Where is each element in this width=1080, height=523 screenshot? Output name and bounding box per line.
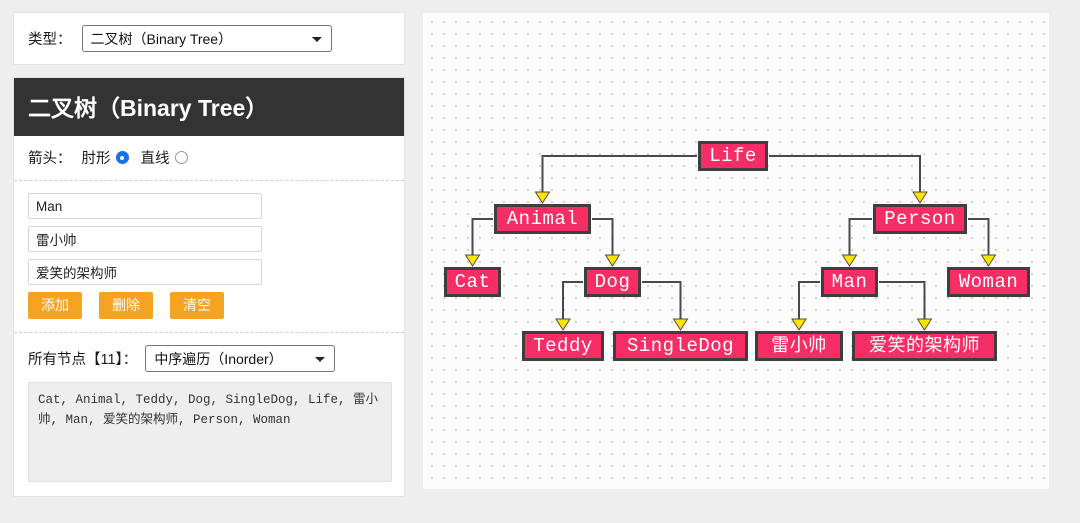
tree-node-dog[interactable]: Dog <box>584 267 641 297</box>
traversal-order-select[interactable]: 中序遍历（Inorder） <box>145 345 336 373</box>
edge-arrowhead <box>555 318 571 331</box>
radio-label-elbow: 肘形 <box>81 151 111 167</box>
tree-node-cat[interactable]: Cat <box>444 267 501 297</box>
add-button[interactable]: 添加 <box>28 292 82 320</box>
delete-button[interactable]: 删除 <box>99 292 153 320</box>
action-button-row: 添加 删除 清空 <box>28 292 390 320</box>
clear-button[interactable]: 清空 <box>170 292 224 320</box>
tree-node-man[interactable]: Man <box>821 267 878 297</box>
tree-edge <box>562 281 583 319</box>
edge-arrowhead <box>841 254 858 267</box>
tree-edge <box>541 155 697 192</box>
all-nodes-label: 所有节点【11】： <box>28 352 138 369</box>
edge-arrowhead <box>464 254 481 267</box>
tree-edge <box>848 218 872 255</box>
control-panel: 类型： 二叉树（Binary Tree） 二叉树（Binary Tree） 箭头… <box>13 12 405 498</box>
type-selector-row: 类型： 二叉树（Binary Tree） <box>14 13 404 64</box>
radio-option-straight[interactable]: 直线 <box>141 147 188 168</box>
edge-arrowhead <box>912 191 928 204</box>
tree-edge <box>592 218 614 255</box>
tree-edges-layer <box>464 155 997 331</box>
type-label: 类型： <box>28 32 72 48</box>
tree-edge <box>968 218 990 255</box>
edge-arrowhead <box>604 254 621 267</box>
parent-node-input[interactable] <box>28 193 262 219</box>
tree-node-leixs[interactable]: 雷小帅 <box>755 331 843 361</box>
tree-edge <box>798 281 820 319</box>
edge-arrowhead <box>916 318 933 331</box>
nodes-output-textarea[interactable]: Cat, Animal, Teddy, Dog, SingleDog, Life… <box>28 382 392 483</box>
edge-arrowhead <box>534 191 551 204</box>
all-nodes-section: 所有节点【11】： 中序遍历（Inorder） Cat, Animal, Ted… <box>14 333 404 496</box>
tree-node-life[interactable]: Life <box>698 141 768 171</box>
edge-arrowhead <box>672 318 689 331</box>
tree-node-architect[interactable]: 爱笑的架构师 <box>852 331 997 361</box>
radio-label-straight: 直线 <box>140 151 170 167</box>
arrow-style-label: 箭头： <box>28 151 72 167</box>
radio-button-straight[interactable] <box>174 151 188 164</box>
tree-edge <box>769 155 921 192</box>
tree-node-teddy[interactable]: Teddy <box>522 331 604 361</box>
right-child-input[interactable] <box>28 259 262 285</box>
tree-node-woman[interactable]: Woman <box>947 267 1030 297</box>
tree-node-animal[interactable]: Animal <box>494 204 591 234</box>
panel-title: 二叉树（Binary Tree） <box>14 78 404 136</box>
edge-arrowhead <box>980 254 997 267</box>
tree-type-select[interactable]: 二叉树（Binary Tree） <box>81 25 332 52</box>
radio-option-elbow[interactable]: 肘形 <box>82 147 129 168</box>
radio-button-elbow[interactable] <box>115 151 129 164</box>
tree-diagram-canvas[interactable]: Life Animal Person Cat Dog Man Woman Teddy Singl… <box>422 12 1050 490</box>
type-selector-card: 类型： 二叉树（Binary Tree） <box>13 12 405 65</box>
left-child-input[interactable] <box>28 226 262 252</box>
node-inputs-section: 添加 删除 清空 <box>14 181 404 334</box>
tree-node-singledog[interactable]: SingleDog <box>613 331 748 361</box>
tree-edge <box>471 218 493 255</box>
edge-arrowhead <box>791 318 807 331</box>
all-nodes-header: 所有节点【11】： 中序遍历（Inorder） <box>28 345 390 373</box>
arrow-style-row: 箭头： 肘形 直线 <box>14 136 404 181</box>
tree-node-person[interactable]: Person <box>873 204 967 234</box>
tree-edge <box>879 281 926 319</box>
tree-editor-card: 二叉树（Binary Tree） 箭头： 肘形 直线 添加 删除 清空 <box>13 77 405 498</box>
tree-edge <box>642 281 682 319</box>
